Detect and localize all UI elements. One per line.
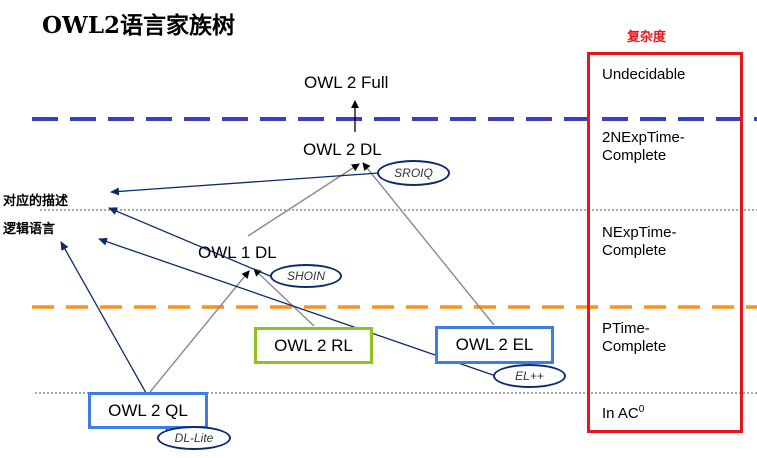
complexity-level-text: Complete (602, 242, 667, 259)
complexity-level-text: Complete (602, 147, 667, 164)
node-owl2-dl: OWL 2 DL (303, 140, 382, 159)
arrow-owl1dl-to-owl2dl (247, 163, 360, 237)
arrow-ql-to-owl1dl (149, 270, 250, 393)
complexity-level-text: In AC (602, 405, 639, 422)
complexity-level-nexptime: NExpTime- Complete (602, 224, 676, 260)
side-label-line1: 对应的描述 (3, 194, 69, 209)
node-owl2-ql: OWL 2 QL (88, 392, 208, 429)
complexity-level-2nexptime: 2NExpTime- Complete (602, 129, 685, 165)
complexity-level-text: 2NExpTime- (602, 129, 685, 146)
logic-oval-shoin: SHOIN (270, 264, 342, 288)
complexity-level-text: Complete (602, 338, 667, 355)
side-label-line2: 逻辑语言 (3, 222, 56, 237)
owl2-family-tree-diagram: OWL2语言家族树 复杂度 Undecidable 2NExpTime- Com… (0, 0, 757, 458)
node-owl2-full: OWL 2 Full (304, 73, 389, 92)
node-owl2-el: OWL 2 EL (435, 326, 554, 364)
node-owl1-dl: OWL 1 DL (198, 243, 277, 262)
logic-oval-dllite: DL-Lite (157, 426, 231, 450)
complexity-level-ptime: PTime- Complete (602, 320, 666, 356)
node-owl2-rl: OWL 2 RL (254, 327, 373, 364)
complexity-level-ac0: In AC0 (602, 401, 644, 423)
page-title: OWL2语言家族树 (42, 12, 236, 39)
logic-oval-sroiq: SROIQ (377, 160, 450, 186)
arrow-el-to-owl2dl (362, 162, 495, 326)
complexity-level-superscript: 0 (638, 404, 645, 415)
logic-oval-elpp: EL++ (493, 364, 566, 388)
complexity-heading: 复杂度 (627, 30, 667, 45)
pointer-shoin (108, 207, 271, 277)
complexity-level-text: Undecidable (602, 66, 686, 83)
complexity-level-text: PTime- (602, 320, 650, 337)
pointer-sroiq (110, 172, 380, 196)
complexity-level-undecidable: Undecidable (602, 66, 685, 84)
complexity-level-text: NExpTime- (602, 224, 677, 241)
